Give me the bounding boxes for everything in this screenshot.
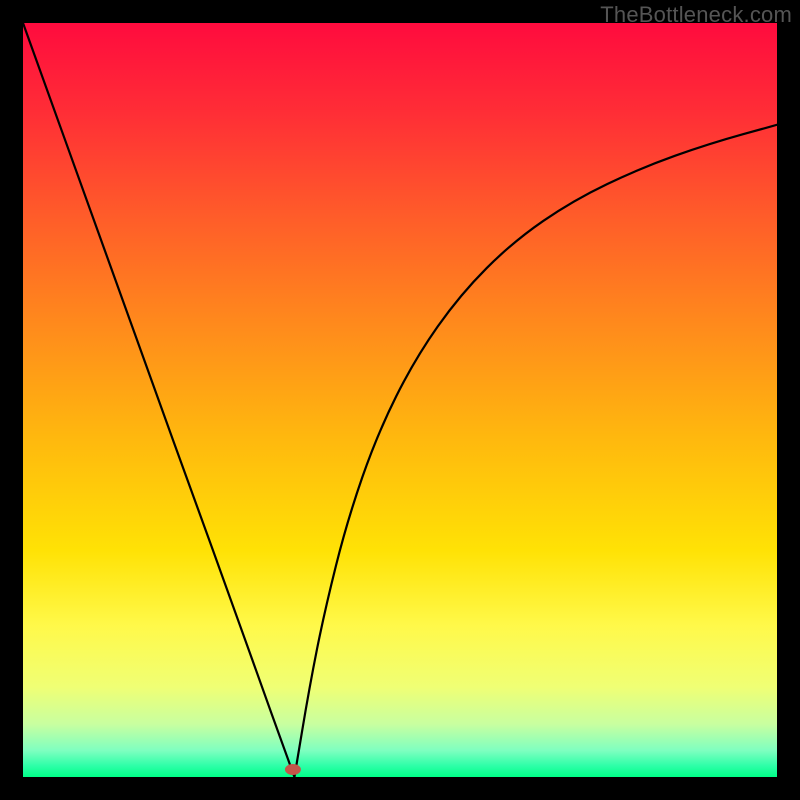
bottleneck-chart	[23, 23, 777, 777]
chart-frame: TheBottleneck.com	[0, 0, 800, 800]
watermark-text: TheBottleneck.com	[600, 2, 792, 28]
gradient-background	[23, 23, 777, 777]
plot-area	[23, 23, 777, 777]
optimum-marker	[285, 764, 301, 775]
